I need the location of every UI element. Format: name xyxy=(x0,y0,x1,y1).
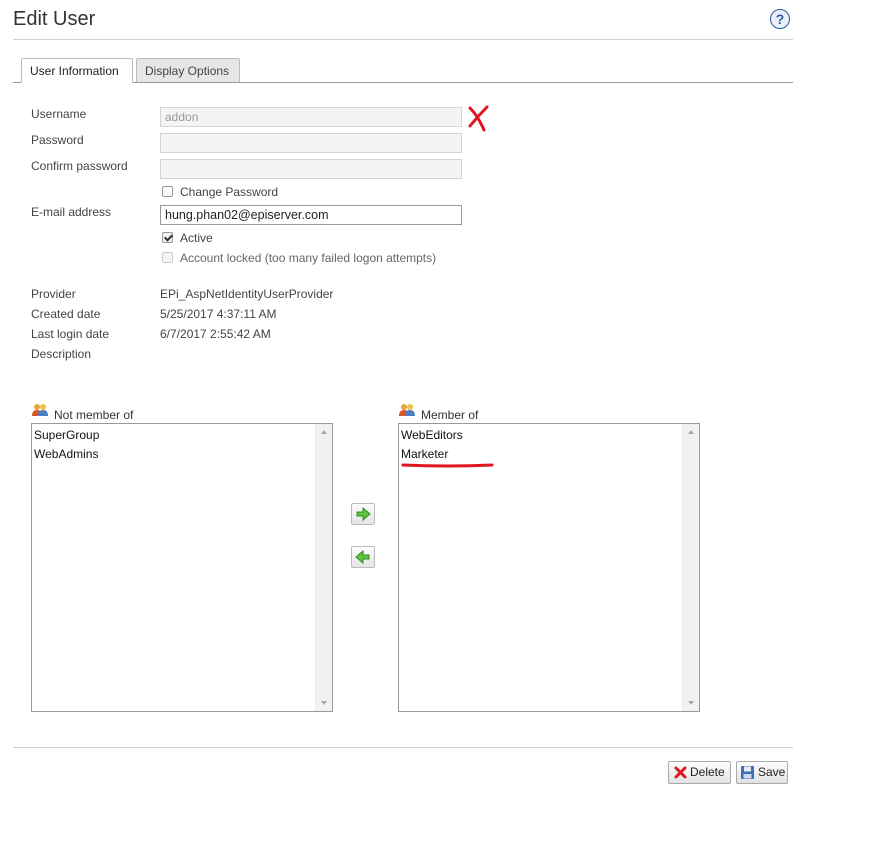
created-date-label: Created date xyxy=(31,307,101,321)
list-item[interactable]: SuperGroup xyxy=(34,428,99,442)
confirm-password-field[interactable] xyxy=(160,159,462,179)
provider-label: Provider xyxy=(31,287,76,301)
save-icon xyxy=(741,766,754,779)
group-icon xyxy=(32,404,48,416)
change-password-label: Change Password xyxy=(180,185,279,199)
arrow-right-icon xyxy=(356,506,371,522)
help-icon[interactable]: ? xyxy=(770,9,790,29)
confirm-password-label: Confirm password xyxy=(31,159,128,173)
delete-button[interactable]: Delete xyxy=(668,761,731,784)
account-locked-checkbox xyxy=(162,252,173,263)
list-item[interactable]: WebAdmins xyxy=(34,447,98,461)
not-member-list[interactable]: SuperGroup WebAdmins xyxy=(31,423,333,712)
page-title: Edit User xyxy=(13,8,96,30)
active-label: Active xyxy=(180,231,213,245)
remove-from-group-button[interactable] xyxy=(351,546,375,568)
red-underline-annotation xyxy=(401,463,494,468)
footer-divider xyxy=(13,747,793,748)
username-field: addon xyxy=(160,107,462,127)
password-label: Password xyxy=(31,133,84,147)
username-label: Username xyxy=(31,107,87,121)
header-divider xyxy=(13,39,793,40)
change-password-checkbox[interactable] xyxy=(162,186,173,197)
last-login-label: Last login date xyxy=(31,327,110,341)
tab-user-information[interactable]: User Information xyxy=(21,58,133,83)
provider-value: EPi_AspNetIdentityUserProvider xyxy=(160,287,334,301)
not-member-label: Not member of xyxy=(54,408,134,422)
active-checkbox[interactable] xyxy=(162,232,173,243)
email-label: E-mail address xyxy=(31,205,112,219)
created-date-value: 5/25/2017 4:37:11 AM xyxy=(160,307,277,321)
member-label: Member of xyxy=(421,408,479,422)
tab-display-options[interactable]: Display Options xyxy=(136,58,240,82)
delete-label: Delete xyxy=(690,765,725,779)
save-label: Save xyxy=(758,765,786,779)
scrollbar[interactable] xyxy=(682,424,699,711)
email-field[interactable]: hung.phan02@episerver.com xyxy=(160,205,462,225)
last-login-value: 6/7/2017 2:55:42 AM xyxy=(160,327,271,341)
arrow-left-icon xyxy=(355,549,370,565)
list-item[interactable]: WebEditors xyxy=(401,428,463,442)
list-item[interactable]: Marketer xyxy=(401,447,448,461)
password-field[interactable] xyxy=(160,133,462,153)
delete-icon xyxy=(674,766,687,779)
group-icon xyxy=(399,404,415,416)
add-to-group-button[interactable] xyxy=(351,503,375,525)
account-locked-label: Account locked (too many failed logon at… xyxy=(180,251,437,265)
red-cross-annotation xyxy=(468,105,489,132)
scrollbar[interactable] xyxy=(315,424,332,711)
description-label: Description xyxy=(31,347,92,361)
save-button[interactable]: Save xyxy=(736,761,788,784)
